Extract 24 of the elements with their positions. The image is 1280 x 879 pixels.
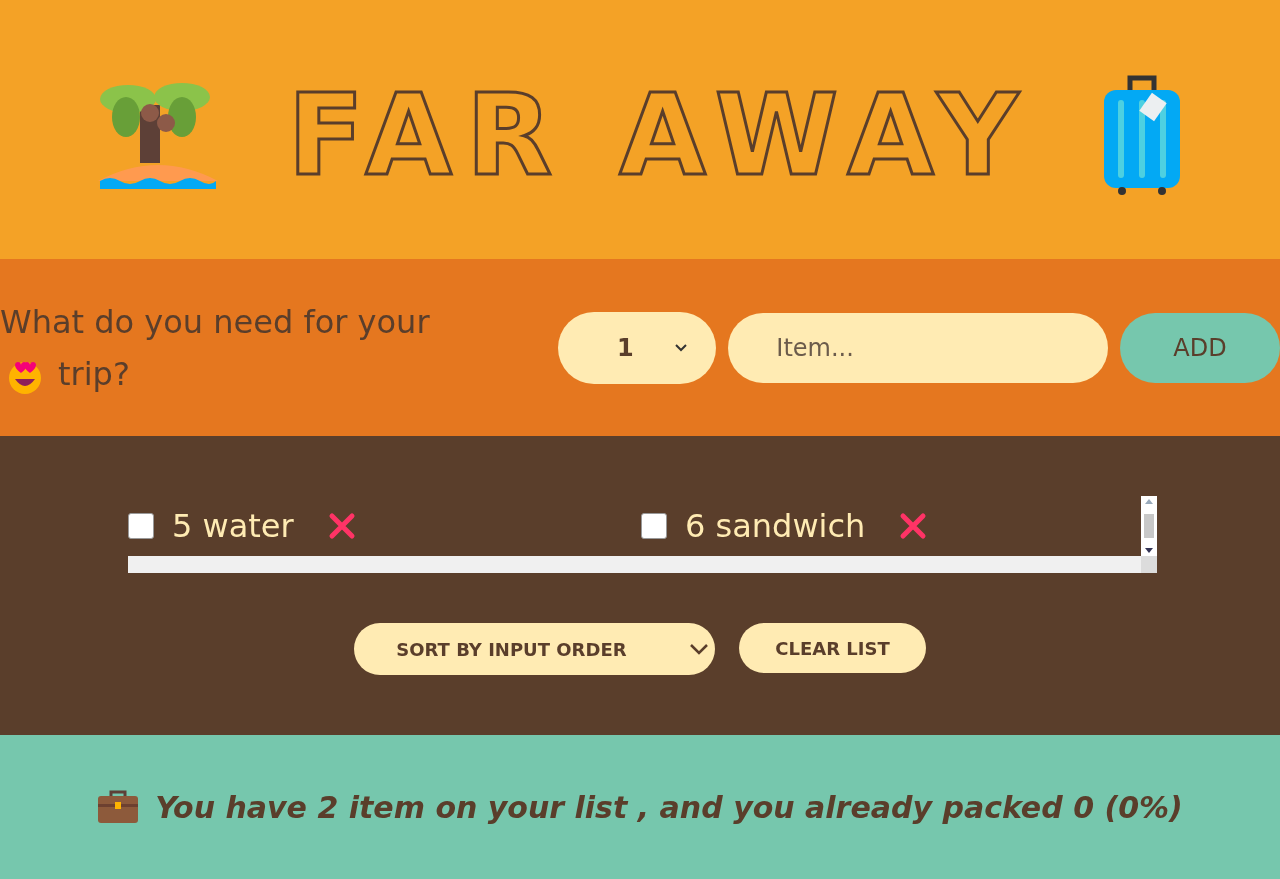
stats-text: You have 2 item on your list , and you already packed 0 (0%) bbox=[155, 789, 1183, 825]
horizontal-scrollbar[interactable] bbox=[128, 556, 1141, 573]
item-input-field[interactable]: Item... bbox=[728, 312, 1108, 383]
delete-icon[interactable] bbox=[327, 512, 356, 540]
scroll-down-icon[interactable] bbox=[1145, 548, 1153, 553]
add-button[interactable]: ADD bbox=[1120, 312, 1280, 383]
briefcase-icon bbox=[97, 790, 140, 824]
suitcase-icon bbox=[1102, 73, 1183, 196]
caret-icon bbox=[673, 342, 688, 353]
vertical-scrollbar[interactable] bbox=[1141, 496, 1157, 556]
item-text: 5 water bbox=[172, 507, 294, 545]
scroll-up-icon[interactable] bbox=[1145, 499, 1153, 504]
question-text: What do you need for your bbox=[0, 302, 430, 341]
delete-icon[interactable] bbox=[899, 512, 928, 540]
checkbox[interactable] bbox=[128, 513, 154, 539]
clear-list-button[interactable]: CLEAR LIST bbox=[739, 623, 926, 673]
app-title: FAR AWAY bbox=[287, 69, 1033, 200]
sort-select[interactable]: SORT BY INPUT ORDER bbox=[354, 623, 716, 675]
scrollbar-corner bbox=[1141, 556, 1157, 573]
item-text: 6 sandwich bbox=[685, 507, 866, 545]
question-text: trip? bbox=[58, 354, 130, 393]
checkbox[interactable] bbox=[641, 513, 667, 539]
scrollbar-thumb[interactable] bbox=[1144, 514, 1154, 538]
quantity-select[interactable]: 1 bbox=[558, 311, 717, 384]
